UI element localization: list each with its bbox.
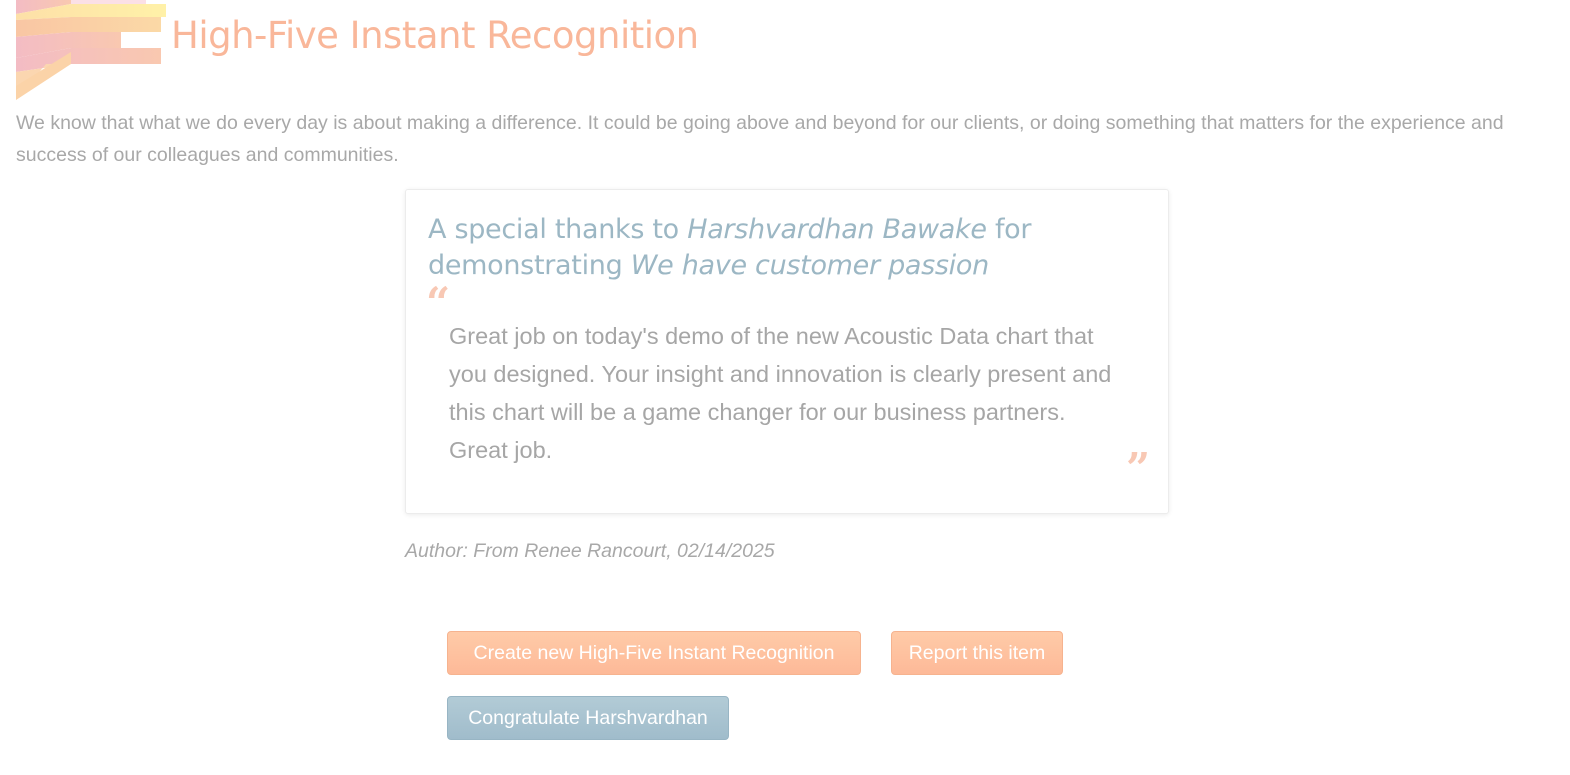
page: High-Five Instant Recognition We know th…: [0, 0, 1570, 775]
heading-prefix: A special thanks to: [428, 214, 688, 245]
card-heading: A special thanks to Harshvardhan Bawake …: [428, 212, 1128, 284]
recognition-card: A special thanks to Harshvardhan Bawake …: [405, 189, 1169, 514]
high-five-logo-icon: [16, 0, 166, 100]
congratulate-button[interactable]: Congratulate Harshvardhan: [447, 696, 729, 740]
report-item-button[interactable]: Report this item: [891, 631, 1063, 675]
company-value: We have customer passion: [630, 250, 990, 281]
author-line: Author: From Renee Rancourt, 02/14/2025: [405, 540, 775, 562]
page-header: High-Five Instant Recognition: [16, 0, 716, 100]
create-recognition-button[interactable]: Create new High-Five Instant Recognition: [447, 631, 861, 675]
close-quote-icon: ”: [1126, 444, 1151, 493]
open-quote-icon: “: [426, 278, 451, 327]
page-title: High-Five Instant Recognition: [171, 14, 699, 57]
recognition-message: Great job on today's demo of the new Aco…: [449, 323, 1112, 463]
intro-text: We know that what we do every day is abo…: [16, 112, 1504, 166]
recipient-name: Harshvardhan Bawake: [687, 214, 987, 245]
